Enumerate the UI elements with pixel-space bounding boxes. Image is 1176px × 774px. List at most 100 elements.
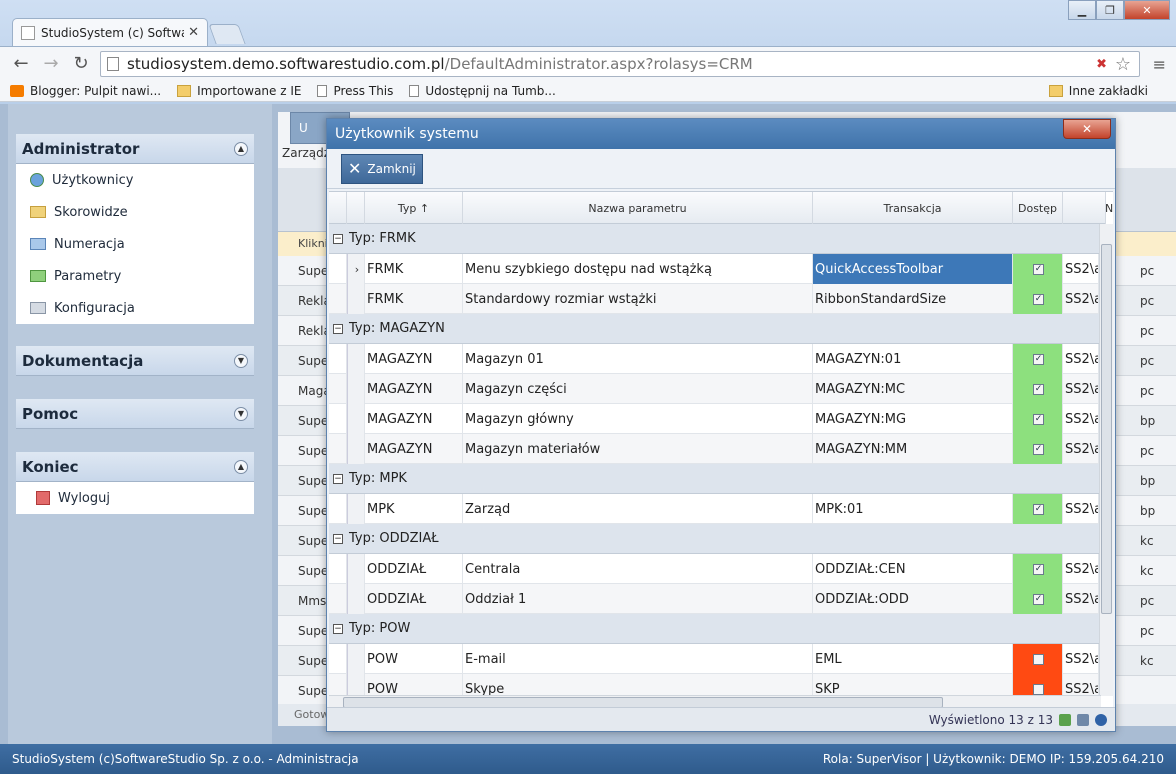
background-right-cell: kc xyxy=(1140,534,1154,548)
table-row[interactable]: FRMK Standardowy rozmiar wstążki RibbonSta… xyxy=(329,284,1101,314)
table-row[interactable]: MAGAZYN Magazyn części MAGAZYN:MC ✓ SS2\a xyxy=(329,374,1101,404)
bookmark-blogger[interactable]: Blogger: Pulpit nawi... xyxy=(10,84,161,98)
row-selector[interactable] xyxy=(347,374,365,404)
nav-item-konfiguracja[interactable]: Konfiguracja xyxy=(16,292,254,324)
table-row[interactable]: ODDZIAŁ Oddział 1 ODDZIAŁ:ODD ✓ SS2\a xyxy=(329,584,1101,614)
group-row[interactable]: − Typ: ODDZIAŁ xyxy=(329,524,1101,554)
users-icon xyxy=(30,173,44,187)
row-selector[interactable] xyxy=(347,284,365,314)
section-header-dokumentacja[interactable]: Dokumentacja ▼ xyxy=(16,346,254,376)
tab-close-icon[interactable]: ✕ xyxy=(188,25,199,40)
section-header-koniec[interactable]: Koniec ▲ xyxy=(16,452,254,482)
column-header-dostep[interactable]: Dostęp xyxy=(1013,192,1063,224)
column-header-transakcja[interactable]: Transakcja xyxy=(813,192,1013,224)
vertical-scrollbar[interactable] xyxy=(1099,224,1113,696)
table-row[interactable]: › FRMK Menu szybkiego dostępu nad wstążką Q… xyxy=(329,254,1101,284)
row-selector[interactable] xyxy=(347,404,365,434)
background-right-cell: pc xyxy=(1140,444,1155,458)
bookmark-press-this[interactable]: Press This xyxy=(317,84,393,98)
collapse-group-icon[interactable]: − xyxy=(333,323,343,334)
help-icon[interactable] xyxy=(1095,713,1107,726)
bookmark-star-icon[interactable]: ☆ xyxy=(1115,54,1131,75)
browser-menu-icon[interactable]: ≡ xyxy=(1153,55,1166,74)
row-selector[interactable] xyxy=(347,644,365,674)
bookmark-tumblr[interactable]: Udostępnij na Tumb... xyxy=(409,84,556,98)
modal-title: Użytkownik systemu xyxy=(327,119,1115,149)
table-row[interactable]: ODDZIAŁ Centrala ODDZIAŁ:CEN ✓ SS2\a xyxy=(329,554,1101,584)
access-checkbox[interactable]: ✓ xyxy=(1033,383,1044,395)
popup-blocked-icon[interactable]: ✖ xyxy=(1096,57,1107,72)
table-row[interactable]: MAGAZYN Magazyn materiałów MAGAZYN:MM ✓ SS2\… xyxy=(329,434,1101,464)
cell-dostep: ✓ xyxy=(1013,374,1063,404)
export-icon[interactable] xyxy=(1077,713,1089,726)
new-tab-button[interactable] xyxy=(208,24,246,44)
column-header-nazwa[interactable]: Nazwa parametru xyxy=(463,192,813,224)
section-header-pomoc[interactable]: Pomoc ▼ xyxy=(16,399,254,429)
maximize-button[interactable]: ❐ xyxy=(1096,0,1124,20)
background-right-cell: kc xyxy=(1140,564,1154,578)
group-label: Typ: POW xyxy=(349,621,411,636)
modal-close-button[interactable]: ✕ xyxy=(1063,119,1111,139)
access-checkbox[interactable]: ✓ xyxy=(1033,263,1044,275)
cell-nazwa: Menu szybkiego dostępu nad wstążką xyxy=(463,254,813,284)
row-selector[interactable] xyxy=(347,344,365,374)
access-checkbox[interactable] xyxy=(1033,683,1044,695)
row-selector[interactable] xyxy=(347,584,365,614)
cell-transakcja: MAGAZYN:01 xyxy=(813,344,1013,374)
section-header-administrator[interactable]: Administrator ▲ xyxy=(16,134,254,164)
nav-item-uzytkownicy[interactable]: Użytkownicy xyxy=(16,164,254,196)
zamknij-button[interactable]: ✕ Zamknij xyxy=(341,153,423,184)
access-checkbox[interactable]: ✓ xyxy=(1033,353,1044,365)
access-checkbox[interactable] xyxy=(1033,653,1044,665)
collapse-icon[interactable]: ▲ xyxy=(234,459,248,474)
nav-item-wyloguj[interactable]: Wyloguj xyxy=(16,482,254,514)
group-row[interactable]: − Typ: FRMK xyxy=(329,224,1101,254)
collapse-group-icon[interactable]: − xyxy=(333,473,343,484)
collapse-group-icon[interactable]: − xyxy=(333,533,343,544)
page-icon xyxy=(317,84,328,97)
collapse-icon[interactable]: ▲ xyxy=(234,141,248,156)
bookmark-importowane[interactable]: Importowane z IE xyxy=(177,84,301,98)
background-row-label: Supe xyxy=(298,503,329,518)
section-body: Wyloguj xyxy=(16,482,254,514)
scrollbar-thumb[interactable] xyxy=(1101,244,1112,614)
group-row[interactable]: − Typ: MAGAZYN xyxy=(329,314,1101,344)
access-checkbox[interactable]: ✓ xyxy=(1033,503,1044,515)
window-close-button[interactable]: ✕ xyxy=(1124,0,1170,20)
forward-arrow-icon[interactable]: → xyxy=(38,51,64,77)
access-checkbox[interactable]: ✓ xyxy=(1033,563,1044,575)
folder-icon xyxy=(30,206,46,218)
expand-icon[interactable]: ▼ xyxy=(234,406,248,421)
row-selector[interactable]: › xyxy=(347,254,365,284)
expand-icon[interactable]: ▼ xyxy=(234,353,248,368)
cell-dostep: ✓ xyxy=(1013,494,1063,524)
address-bar[interactable]: studiosystem.demo.softwarestudio.com.pl /… xyxy=(100,51,1140,77)
other-bookmarks[interactable]: Inne zakładki xyxy=(1048,84,1148,98)
row-selector[interactable] xyxy=(347,494,365,524)
row-selector[interactable] xyxy=(347,434,365,464)
refresh-icon[interactable] xyxy=(1059,713,1071,726)
table-row[interactable]: MAGAZYN Magazyn 01 MAGAZYN:01 ✓ SS2\a xyxy=(329,344,1101,374)
tab-title: StudioSystem (c) Software xyxy=(41,25,184,40)
collapse-group-icon[interactable]: − xyxy=(333,233,343,244)
access-checkbox[interactable]: ✓ xyxy=(1033,293,1044,305)
nav-item-skorowidze[interactable]: Skorowidze xyxy=(16,196,254,228)
nav-item-parametry[interactable]: Parametry xyxy=(16,260,254,292)
browser-tab[interactable]: StudioSystem (c) Software ✕ xyxy=(12,18,208,46)
back-arrow-icon[interactable]: ← xyxy=(8,51,34,77)
access-checkbox[interactable]: ✓ xyxy=(1033,443,1044,455)
column-header-n[interactable]: N xyxy=(1063,192,1113,224)
access-checkbox[interactable]: ✓ xyxy=(1033,593,1044,605)
table-row[interactable]: POW E-mail EML SS2\a xyxy=(329,644,1101,674)
minimize-button[interactable]: ▁ xyxy=(1068,0,1096,20)
table-row[interactable]: MAGAZYN Magazyn główny MAGAZYN:MG ✓ SS2\a xyxy=(329,404,1101,434)
reload-icon[interactable]: ↻ xyxy=(68,51,94,77)
row-selector[interactable] xyxy=(347,554,365,584)
table-row[interactable]: MPK Zarząd MPK:01 ✓ SS2\a xyxy=(329,494,1101,524)
group-row[interactable]: − Typ: POW xyxy=(329,614,1101,644)
column-header-typ[interactable]: Typ ↑ xyxy=(365,192,463,224)
access-checkbox[interactable]: ✓ xyxy=(1033,413,1044,425)
nav-item-numeracja[interactable]: Numeracja xyxy=(16,228,254,260)
group-row[interactable]: − Typ: MPK xyxy=(329,464,1101,494)
collapse-group-icon[interactable]: − xyxy=(333,623,343,634)
